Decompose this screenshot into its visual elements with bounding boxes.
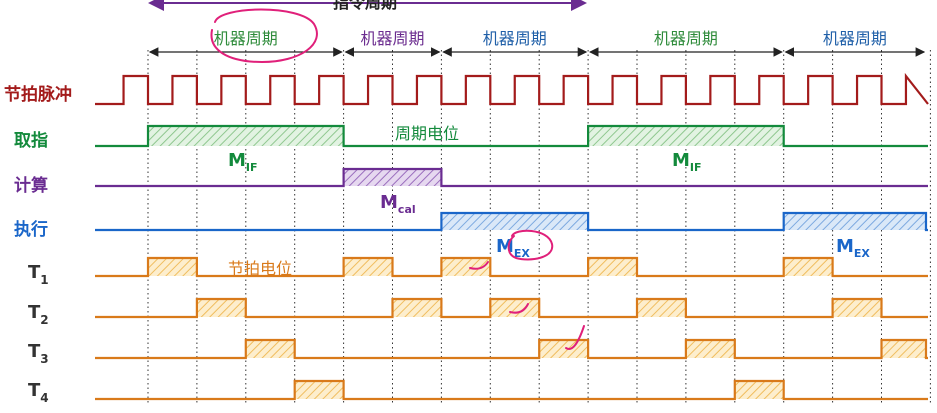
calc-waveform — [95, 167, 928, 188]
fetch-pulse — [588, 126, 784, 146]
m-cal-label: Mcal — [380, 192, 416, 216]
label-t3: T3 — [28, 341, 49, 366]
label-clock: 节拍脉冲 — [4, 84, 72, 105]
m-if-label-1: MIF — [228, 150, 258, 174]
t3-pulse — [245, 340, 295, 358]
machine-cycle-label: 机器周期 — [483, 29, 547, 48]
t4-waveform — [95, 379, 928, 401]
t2-pulse — [490, 299, 540, 317]
t1-pulse — [343, 258, 393, 276]
t2-pulse — [392, 299, 442, 317]
t3-pulse — [881, 340, 926, 358]
t2-pulse — [196, 299, 246, 317]
t2-pulse — [637, 299, 686, 317]
label-fetch: 取指 — [14, 130, 48, 151]
machine-cycle-label: 机器周期 — [823, 29, 887, 48]
machine-cycle-headers: 机器周期 机器周期 机器周期 机器周期 机器周期 — [148, 29, 926, 57]
fetch-pulse — [148, 126, 344, 146]
calc-pulse — [343, 169, 442, 186]
t2-pulse — [832, 299, 882, 317]
beat-level-label: 节拍电位 — [228, 259, 292, 278]
label-t2: T2 — [28, 302, 49, 327]
cycle-level-label: 周期电位 — [395, 124, 459, 143]
t3-pulse — [685, 340, 735, 358]
label-exec: 执行 — [14, 219, 48, 240]
t3-waveform — [95, 338, 928, 360]
t3-pulse — [539, 340, 589, 358]
t1-pulse — [783, 258, 833, 276]
label-t4: T4 — [28, 380, 49, 405]
exec-pulse — [441, 213, 589, 230]
instruction-cycle-label: 指令周期 — [333, 0, 397, 12]
t4-pulse — [734, 381, 784, 399]
label-t1: T1 — [28, 262, 49, 287]
exec-pulse — [783, 213, 926, 230]
machine-cycle-label: 机器周期 — [654, 29, 718, 48]
clock-waveform — [95, 72, 929, 106]
t1-pulse — [588, 258, 637, 276]
m-if-label-2: MIF — [672, 150, 702, 174]
timing-diagram: 指令周期 机器周期 机器周期 机器周期 机器周期 机器周期 节拍脉冲 取指 计算 执行 … — [4, 0, 931, 405]
t4-pulse — [294, 381, 344, 399]
label-calc: 计算 — [14, 175, 48, 196]
instruction-cycle: 指令周期 — [148, 0, 587, 12]
t1-pulse — [148, 258, 197, 276]
machine-cycle-label: 机器周期 — [360, 29, 424, 48]
machine-cycle-label: 机器周期 — [214, 29, 278, 48]
m-ex-label-2: MEX — [836, 236, 870, 260]
signal-labels: 节拍脉冲 取指 计算 执行 T1 T2 T3 T4 — [4, 84, 72, 405]
